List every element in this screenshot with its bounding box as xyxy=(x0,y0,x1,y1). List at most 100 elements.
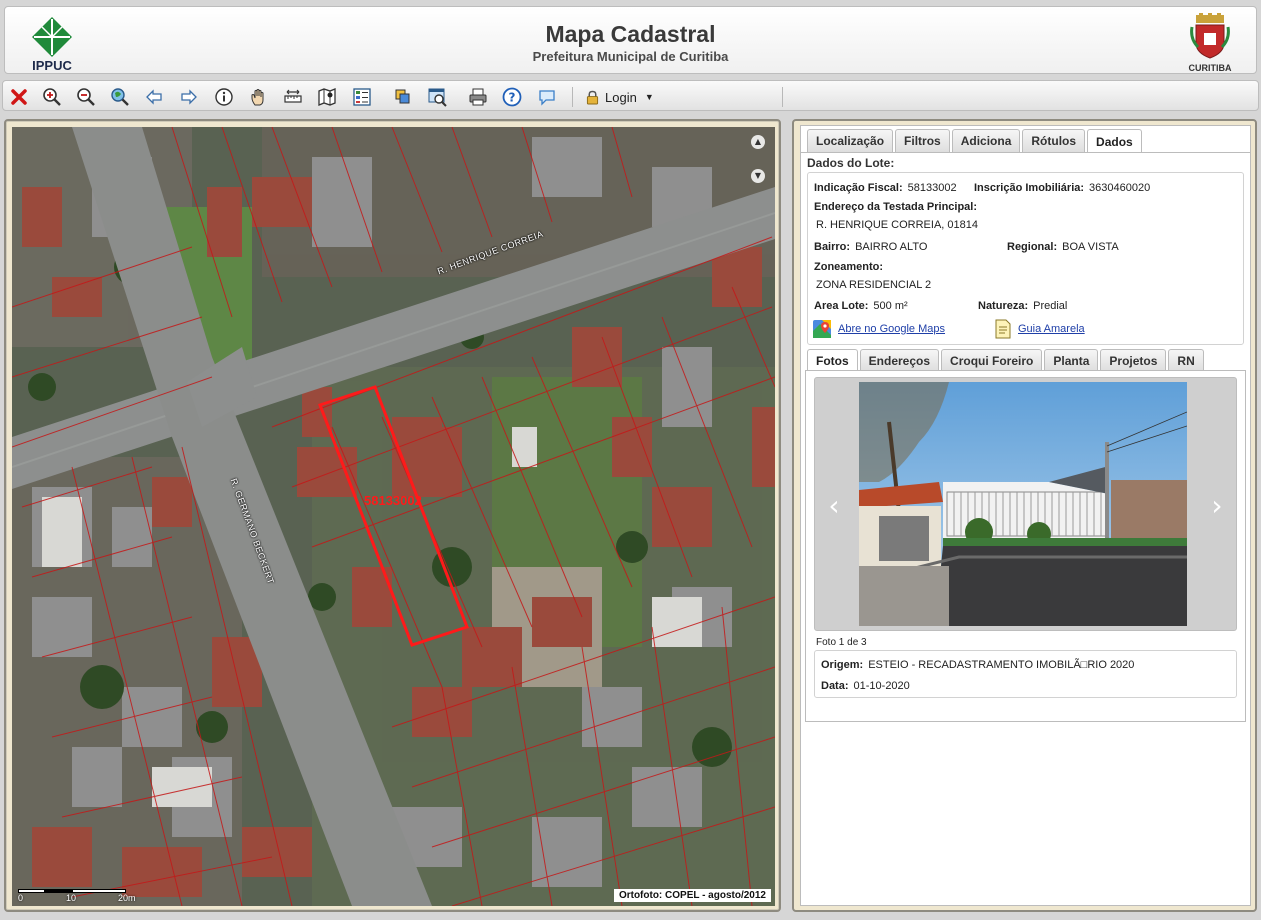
tab-rn[interactable]: RN xyxy=(1168,349,1204,371)
area-lote: Area Lote: 500 m² xyxy=(814,300,908,312)
help-icon[interactable]: ? xyxy=(501,86,523,108)
orthophoto-credit: Ortofoto: COPEL - agosto/2012 xyxy=(613,889,771,902)
lock-icon xyxy=(586,90,599,104)
natureza: Natureza: Predial xyxy=(978,300,1067,312)
endereco-label-row: Endereço da Testada Principal: xyxy=(814,201,982,213)
data-label: Data: xyxy=(821,680,849,692)
main-tabs: Localização Filtros Adiciona Rótulos Dad… xyxy=(807,129,1142,153)
login-label: Login xyxy=(605,89,637,105)
inscricao-imobiliaria-label: Inscrição Imobiliária: xyxy=(974,182,1085,194)
zoneamento-label-row: Zoneamento: xyxy=(814,261,888,273)
google-maps-link-row: Abre no Google Maps xyxy=(812,319,945,339)
pan-hand-icon[interactable] xyxy=(248,86,270,108)
toolbar-separator xyxy=(572,87,573,107)
search-map-icon[interactable] xyxy=(427,86,449,108)
guia-amarela-link-row: Guia Amarela xyxy=(994,319,1085,339)
lot-number-label: 58133002 xyxy=(364,493,422,508)
tab-filtros[interactable]: Filtros xyxy=(895,129,950,152)
map-toolbar: ? Login ▼ xyxy=(2,80,1259,111)
app-header: IPPUC Mapa Cadastral Prefeitura Municipa… xyxy=(4,6,1257,74)
comment-icon[interactable] xyxy=(536,86,558,108)
tab-rotulos[interactable]: Rótulos xyxy=(1022,129,1086,152)
google-maps-link[interactable]: Abre no Google Maps xyxy=(838,323,945,335)
origem-label: Origem: xyxy=(821,659,864,671)
chevron-up-icon[interactable]: ▲ xyxy=(751,135,765,149)
zoneamento-value: ZONA RESIDENCIAL 2 xyxy=(816,279,932,291)
natureza-value: Predial xyxy=(1033,300,1068,312)
curitiba-crest-icon xyxy=(1190,13,1230,59)
zoom-out-icon[interactable] xyxy=(75,86,97,108)
bairro: Bairro: BAIRRO ALTO xyxy=(814,241,927,253)
close-icon[interactable] xyxy=(8,86,30,108)
lote-details: Indicação Fiscal: 58133002 Inscrição Imob… xyxy=(807,172,1244,345)
map-icon[interactable] xyxy=(316,86,338,108)
endereco-label: Endereço da Testada Principal: xyxy=(814,201,978,213)
map-scroll-arrows[interactable]: ▲ ▼ xyxy=(751,135,767,203)
map-viewport[interactable]: ▲ ▼ R. HENRIQUE CORREIA R. GERMANO BECKE… xyxy=(12,127,775,906)
guia-amarela-link[interactable]: Guia Amarela xyxy=(1018,323,1085,335)
tab-enderecos[interactable]: Endereços xyxy=(859,349,940,371)
map-panel: ▲ ▼ R. HENRIQUE CORREIA R. GERMANO BECKE… xyxy=(4,119,781,912)
chevron-down-icon: ▼ xyxy=(644,92,654,102)
photo-counter: Foto 1 de 3 xyxy=(816,637,867,648)
data-value: 01-10-2020 xyxy=(853,680,910,692)
bairro-label: Bairro: xyxy=(814,241,851,253)
photo-carousel: ‹ › xyxy=(814,377,1237,631)
endereco-value: R. HENRIQUE CORREIA, 01814 xyxy=(816,219,978,231)
print-icon[interactable] xyxy=(467,86,489,108)
zoom-extent-icon[interactable] xyxy=(109,86,131,108)
natureza-label: Natureza: xyxy=(978,300,1029,312)
curitiba-logo: CURITIBA xyxy=(1184,11,1236,73)
fotos-panel: ‹ › Foto 1 de 3 Origem: ESTEIO - RECADAST… xyxy=(805,370,1246,722)
scale-bar: 0 10 20m xyxy=(18,883,138,903)
origem-value: ESTEIO - RECADASTRAMENTO IMOBILÃ□RIO 202… xyxy=(868,659,1135,671)
info-icon[interactable] xyxy=(213,86,235,108)
area-lote-value: 500 m² xyxy=(873,300,908,312)
title-block: Mapa Cadastral Prefeitura Municipal de C… xyxy=(5,21,1256,64)
page-title: Mapa Cadastral xyxy=(545,21,716,47)
tabs-divider xyxy=(801,152,1250,153)
tab-adiciona[interactable]: Adiciona xyxy=(951,129,1021,152)
photo-prev-button[interactable]: ‹ xyxy=(821,488,847,522)
bairro-value: BAIRRO ALTO xyxy=(855,241,928,253)
tab-croqui-foreiro[interactable]: Croqui Foreiro xyxy=(941,349,1043,371)
curitiba-logo-text: CURITIBA xyxy=(1188,63,1232,73)
tab-fotos[interactable]: Fotos xyxy=(807,349,858,372)
regional: Regional: BOA VISTA xyxy=(1007,241,1119,253)
inscricao-imobiliaria-value: 3630460020 xyxy=(1089,182,1151,194)
tab-projetos[interactable]: Projetos xyxy=(1100,349,1167,371)
back-arrow-icon[interactable] xyxy=(143,86,165,108)
regional-value: BOA VISTA xyxy=(1062,241,1119,253)
layers-icon[interactable] xyxy=(392,86,414,108)
page-subtitle: Prefeitura Municipal de Curitiba xyxy=(532,49,729,64)
toolbar-separator xyxy=(782,87,783,107)
login-menu[interactable]: Login ▼ xyxy=(586,86,654,108)
data: Data: 01-10-2020 xyxy=(821,680,910,692)
tab-localizacao[interactable]: Localização xyxy=(807,129,894,152)
area-lote-label: Area Lote: xyxy=(814,300,869,312)
legend-icon[interactable] xyxy=(351,86,373,108)
inscricao-imobiliaria: Inscrição Imobiliária: 3630460020 xyxy=(974,182,1150,194)
origem: Origem: ESTEIO - RECADASTRAMENTO IMOBILÃ□… xyxy=(821,659,1134,671)
scale-label-0: 0 xyxy=(18,893,24,903)
side-panel-content: Localização Filtros Adiciona Rótulos Dad… xyxy=(800,125,1251,906)
zoom-in-icon[interactable] xyxy=(41,86,63,108)
photo-next-button[interactable]: › xyxy=(1204,488,1230,522)
aerial-photo xyxy=(12,127,775,906)
scale-label-10: 10 xyxy=(66,893,77,903)
google-maps-icon xyxy=(813,320,831,338)
indicacao-fiscal: Indicação Fiscal: 58133002 xyxy=(814,182,957,194)
detail-tabs: Fotos Endereços Croqui Foreiro Planta Pr… xyxy=(807,349,1204,372)
chevron-down-icon[interactable]: ▼ xyxy=(751,169,765,183)
scale-label-20: 20m xyxy=(118,893,136,903)
section-title: Dados do Lote: xyxy=(807,156,895,170)
tab-planta[interactable]: Planta xyxy=(1044,349,1099,371)
measure-icon[interactable] xyxy=(282,86,304,108)
photo-metadata: Origem: ESTEIO - RECADASTRAMENTO IMOBILÃ□… xyxy=(814,650,1237,698)
forward-arrow-icon[interactable] xyxy=(178,86,200,108)
indicacao-fiscal-value: 58133002 xyxy=(907,182,957,194)
tab-dados[interactable]: Dados xyxy=(1087,129,1142,153)
svg-text:?: ? xyxy=(509,91,516,105)
regional-label: Regional: xyxy=(1007,241,1058,253)
document-icon xyxy=(995,319,1011,339)
